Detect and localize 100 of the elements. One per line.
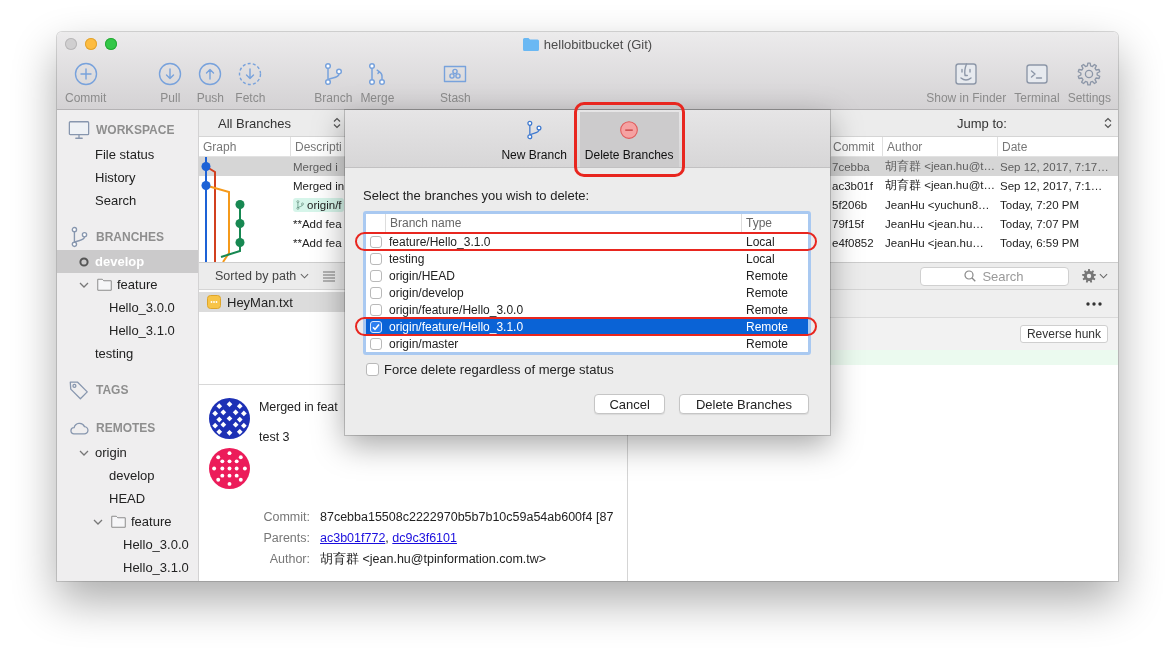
minimize-button[interactable] [85,38,97,50]
column-header[interactable]: Author [882,137,997,156]
date-cell[interactable]: Sep 12, 2017, 7:17… [997,157,1118,176]
file-row[interactable]: HeyMan.txt [199,292,345,312]
sidebar-item[interactable]: testing [57,342,198,365]
folder-icon [97,278,112,291]
branch-row[interactable]: origin/master Remote [366,335,808,352]
sidebar-item[interactable]: Search [57,189,198,212]
date-cell[interactable]: Sep 12, 2017, 7:1… [997,176,1118,195]
commit-subject: Merged in feat [259,399,338,416]
cancel-button[interactable]: Cancel [594,394,665,414]
terminal-icon [1024,62,1049,86]
tag-icon [68,379,90,401]
commit-hash-cell[interactable]: 7cebba [830,157,882,176]
branch-type-cell-text: Remote [745,319,790,334]
commit-hash-cell[interactable]: 79f15f [830,214,882,233]
checkbox[interactable] [366,362,379,376]
sidebar-item[interactable]: HEAD [57,487,198,510]
field-value: 87cebba15508c2222970b5b7b10c59a54ab600f4 [87 [320,509,614,526]
field-value: 胡育群 <jean.hu@tpinformation.com.tw> [320,551,548,568]
checkbox[interactable] [370,235,382,248]
date-cell[interactable]: Today, 7:20 PM [997,195,1118,214]
column-header[interactable]: Graph [199,137,290,156]
sidebar-item[interactable]: origin [57,441,198,464]
sidebar-item[interactable]: feature [57,273,198,296]
branch-icon [524,120,545,140]
commit-hash-cell[interactable]: e4f0852 [830,233,882,252]
sidebar-item[interactable]: History [57,166,198,189]
up-arrow-circle-icon [198,62,223,86]
branch-row[interactable]: origin/HEAD Remote [366,267,808,284]
checkbox[interactable] [370,252,382,265]
branch-type-cell-text: Remote [745,336,790,351]
sidebar-item[interactable]: Hello_3.0.0 [57,533,198,556]
branch-row[interactable]: testing Local [366,250,808,267]
branch-name-cell-text: feature/Hello_3.1.0 [388,234,492,249]
window-title: hellobitbucket (Git) [543,36,653,52]
author-cell[interactable]: 胡育群 <jean.hu@t… [882,176,997,195]
column-header[interactable]: Type [741,214,808,232]
parent-commit-link[interactable]: dc9c3f6101 [392,531,457,545]
sidebar-item[interactable]: feature [57,510,198,533]
minus-circle-icon [619,120,640,140]
description-cell[interactable]: **Add fea [290,233,345,252]
force-delete-option[interactable]: Force delete regardless of merge status [363,361,811,377]
field-label: Author: [268,551,310,568]
column-header[interactable]: Branch name [385,214,741,232]
jump-to-dropdown[interactable]: Jump to: [830,110,1118,136]
author-cell[interactable]: JeanHu <jean.hu… [882,233,997,252]
settings-icon [1082,269,1096,283]
folder-icon [111,515,126,528]
sidebar-item[interactable]: Hello_3.1.0 [57,556,198,579]
branch-filter-dropdown[interactable]: All Branches [199,110,345,136]
checkbox[interactable] [370,269,382,282]
commit-hash-cell[interactable]: ac3b01f [830,176,882,195]
author-cell[interactable]: JeanHu <yuchun8… [882,195,997,214]
sidebar-item[interactable]: develop [57,464,198,487]
settings-menu-button[interactable] [1082,269,1108,283]
plus-circle-icon [73,62,98,86]
description-cell[interactable]: origin/f [290,195,345,214]
branch-row[interactable]: feature/Hello_3.1.0 Local [366,233,808,250]
author-cell[interactable]: JeanHu <jean.hu… [882,214,997,233]
sort-dropdown[interactable]: Sorted by path [215,269,310,283]
branch-type-cell-text: Remote [745,268,790,283]
row-highlight[interactable] [199,157,290,176]
date-cell[interactable]: Today, 7:07 PM [997,214,1118,233]
sidebar-item[interactable]: File status [57,143,198,166]
down-arrow-circle-icon [158,62,183,86]
checkbox[interactable] [370,286,382,299]
chevron-down-icon [1099,273,1108,279]
description-cell[interactable]: Merged i [290,157,345,176]
more-button[interactable] [1086,301,1102,306]
close-button[interactable] [65,38,77,50]
list-view-button[interactable] [323,270,336,282]
checkbox[interactable] [370,303,382,316]
checkbox[interactable] [370,337,382,350]
dialog-prompt: Select the branches you wish to delete: [363,188,591,204]
description-cell[interactable]: **Add fea [290,214,345,233]
author-cell[interactable]: 胡育群 <jean.hu@t… [882,157,997,176]
date-cell[interactable]: Today, 6:59 PM [997,233,1118,252]
chevron-down-icon [300,273,310,279]
branch-type-cell-text: Local [745,234,776,249]
settings-icon [1077,62,1102,86]
branch-row[interactable]: origin/feature/Hello_3.0.0 Remote [366,301,808,318]
field-label: Commit: [262,509,310,526]
sidebar-item[interactable]: Hello_3.0.0 [57,296,198,319]
column-header[interactable]: Date [997,137,1118,156]
search-field[interactable]: Search [920,266,1069,286]
branch-name-cell-text: origin/develop [388,285,465,300]
field-label: Parents: [262,530,310,547]
sidebar-item[interactable]: Hello_3.1.0 [57,319,198,342]
zoom-button[interactable] [105,38,117,50]
commit-hash-cell[interactable]: 5f206b [830,195,882,214]
dialog-tab[interactable]: New Branch [496,112,572,167]
ref-name: origin/f [307,198,342,211]
branch-row[interactable]: origin/develop Remote [366,284,808,301]
confirm-button[interactable]: Delete Branches [678,394,809,414]
commit-message: test 3 [259,429,291,446]
description-cell[interactable]: Merged in [290,176,345,195]
reverse-hunk-button[interactable]: Reverse hunk [1019,325,1108,343]
dialog-tab[interactable]: Delete Branches [579,112,679,167]
list-icon [323,270,336,282]
